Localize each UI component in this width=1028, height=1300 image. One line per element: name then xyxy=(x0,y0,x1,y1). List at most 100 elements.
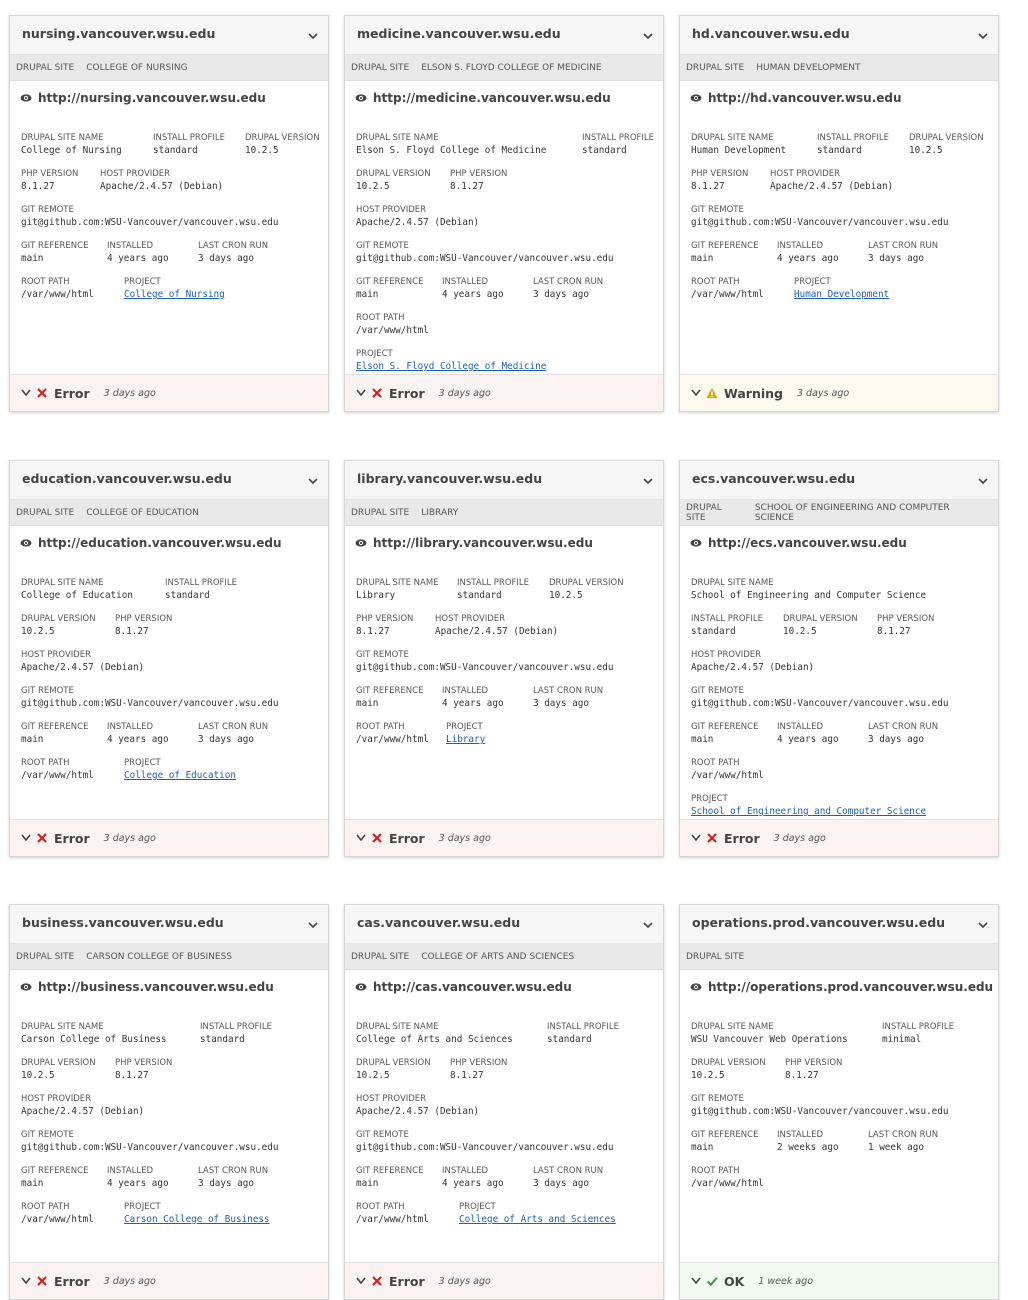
card-header[interactable]: hd.vancouver.wsu.edu xyxy=(680,16,998,55)
chevron-down-icon[interactable] xyxy=(976,474,990,488)
site-url-link[interactable]: http://nursing.vancouver.wsu.edu xyxy=(38,91,266,105)
project-link[interactable]: Human Development xyxy=(794,288,889,301)
card-header[interactable]: education.vancouver.wsu.edu xyxy=(10,461,328,500)
field-php-version: PHP VERSION 8.1.27 xyxy=(450,169,507,193)
site-card: cas.vancouver.wsu.edu DRUPAL SITE COLLEGE … xyxy=(344,904,664,1300)
card-header[interactable]: cas.vancouver.wsu.edu xyxy=(345,905,663,944)
field-label: GIT REFERENCE xyxy=(691,241,759,251)
site-url-link[interactable]: http://education.vancouver.wsu.edu xyxy=(38,536,282,550)
field-git-reference: GIT REFERENCE main xyxy=(691,722,758,746)
card-header[interactable]: library.vancouver.wsu.edu xyxy=(345,461,663,500)
site-url-link[interactable]: http://hd.vancouver.wsu.edu xyxy=(708,91,902,105)
field-value: School of Engineering and Computer Scien… xyxy=(691,590,927,601)
status-timestamp: 3 days ago xyxy=(773,832,826,844)
warning-triangle-icon xyxy=(706,388,718,398)
field-label: HOST PROVIDER xyxy=(770,169,841,179)
chevron-down-icon[interactable] xyxy=(976,29,990,43)
card-header[interactable]: business.vancouver.wsu.edu xyxy=(10,905,328,944)
field-last-cron-run: LAST CRON RUN 3 days ago xyxy=(868,241,938,265)
status-bar[interactable]: Error 3 days ago xyxy=(10,374,328,411)
field-label: HOST PROVIDER xyxy=(435,614,506,624)
field-project: PROJECT Human Development xyxy=(794,277,889,301)
chevron-down-icon[interactable] xyxy=(306,29,320,43)
chevron-down-icon[interactable] xyxy=(976,918,990,932)
field-value: standard xyxy=(457,590,502,601)
field-label: INSTALLED xyxy=(442,686,488,696)
field-value: Apache/2.4.57 (Debian) xyxy=(21,662,145,673)
site-url-row[interactable]: http://hd.vancouver.wsu.edu xyxy=(690,91,902,105)
chevron-down-icon[interactable] xyxy=(690,388,702,398)
chevron-down-icon[interactable] xyxy=(641,918,655,932)
field-value: Elson S. Floyd College of Medicine xyxy=(356,145,547,156)
field-label: DRUPAL SITE NAME xyxy=(691,578,774,588)
status-timestamp: 3 days ago xyxy=(103,1275,156,1287)
card-header[interactable]: operations.prod.vancouver.wsu.edu xyxy=(680,905,998,944)
site-url-link[interactable]: http://library.vancouver.wsu.edu xyxy=(373,536,593,550)
field-label: INSTALLED xyxy=(442,1166,488,1176)
field-git-remote: GIT REMOTE git@github.com:WSU-Vancouver/v… xyxy=(21,686,278,710)
status-label: Error xyxy=(724,830,760,846)
field-git-remote: GIT REMOTE git@github.com:WSU-Vancouver/v… xyxy=(691,686,948,710)
site-url-link[interactable]: http://business.vancouver.wsu.edu xyxy=(38,980,274,994)
site-url-row[interactable]: http://cas.vancouver.wsu.edu xyxy=(355,980,572,994)
chevron-down-icon[interactable] xyxy=(355,1276,367,1286)
site-url-row[interactable]: http://library.vancouver.wsu.edu xyxy=(355,536,593,550)
chevron-down-icon[interactable] xyxy=(20,388,32,398)
chevron-down-icon[interactable] xyxy=(306,474,320,488)
site-url-row[interactable]: http://operations.prod.vancouver.wsu.edu xyxy=(690,980,993,994)
field-label: INSTALL PROFILE xyxy=(582,133,655,143)
status-bar[interactable]: Error 3 days ago xyxy=(10,819,328,856)
site-url-link[interactable]: http://medicine.vancouver.wsu.edu xyxy=(373,91,611,105)
status-bar[interactable]: Error 3 days ago xyxy=(345,374,663,411)
site-url-row[interactable]: http://ecs.vancouver.wsu.edu xyxy=(690,536,907,550)
chevron-down-icon[interactable] xyxy=(355,388,367,398)
status-bar[interactable]: Error 3 days ago xyxy=(10,1262,328,1299)
chevron-down-icon[interactable] xyxy=(20,1276,32,1286)
site-url-row[interactable]: http://medicine.vancouver.wsu.edu xyxy=(355,91,611,105)
site-url-link[interactable]: http://cas.vancouver.wsu.edu xyxy=(373,980,572,994)
chevron-down-icon[interactable] xyxy=(306,918,320,932)
field-host-provider: HOST PROVIDER Apache/2.4.57 (Debian) xyxy=(770,169,893,193)
field-label: PHP VERSION xyxy=(450,1058,508,1068)
card-header[interactable]: medicine.vancouver.wsu.edu xyxy=(345,16,663,55)
project-link[interactable]: College of Nursing xyxy=(124,288,225,301)
project-link[interactable]: School of Engineering and Computer Scien… xyxy=(691,805,926,818)
project-link[interactable]: Library xyxy=(446,733,485,746)
card-header[interactable]: nursing.vancouver.wsu.edu xyxy=(10,16,328,55)
field-label: ROOT PATH xyxy=(21,758,70,768)
chevron-down-icon[interactable] xyxy=(20,833,32,843)
project-link[interactable]: Carson College of Business xyxy=(124,1213,270,1226)
eye-icon xyxy=(355,94,367,102)
card-header[interactable]: ecs.vancouver.wsu.edu xyxy=(680,461,998,500)
field-value: git@github.com:WSU-Vancouver/vancouver.w… xyxy=(691,1106,949,1117)
project-link[interactable]: College of Education xyxy=(124,769,236,782)
status-bar[interactable]: OK 1 week ago xyxy=(680,1262,998,1299)
field-label: HOST PROVIDER xyxy=(21,1094,92,1104)
site-url-row[interactable]: http://nursing.vancouver.wsu.edu xyxy=(20,91,266,105)
status-bar[interactable]: Warning 3 days ago xyxy=(680,374,998,411)
chevron-down-icon[interactable] xyxy=(641,29,655,43)
status-bar[interactable]: Error 3 days ago xyxy=(680,819,998,856)
site-url-link[interactable]: http://ecs.vancouver.wsu.edu xyxy=(708,536,907,550)
chevron-down-icon[interactable] xyxy=(690,1276,702,1286)
chevron-down-icon[interactable] xyxy=(690,833,702,843)
site-url-row[interactable]: http://business.vancouver.wsu.edu xyxy=(20,980,274,994)
status-label: Error xyxy=(389,1273,425,1289)
field-installed: INSTALLED 4 years ago xyxy=(777,241,839,265)
field-install-profile: INSTALL PROFILE standard xyxy=(457,578,529,602)
project-link[interactable]: College of Arts and Sciences xyxy=(459,1213,616,1226)
field-label: PHP VERSION xyxy=(785,1058,843,1068)
chevron-down-icon[interactable] xyxy=(355,833,367,843)
status-bar[interactable]: Error 3 days ago xyxy=(345,819,663,856)
site-url-link[interactable]: http://operations.prod.vancouver.wsu.edu xyxy=(708,980,993,994)
field-label: PHP VERSION xyxy=(115,614,173,624)
site-domain: hd.vancouver.wsu.edu xyxy=(692,26,850,41)
field-install-profile: INSTALL PROFILE standard xyxy=(200,1022,272,1046)
project-link[interactable]: Elson S. Floyd College of Medicine xyxy=(356,360,546,373)
field-label: ROOT PATH xyxy=(356,1202,405,1212)
status-bar[interactable]: Error 3 days ago xyxy=(345,1262,663,1299)
site-url-row[interactable]: http://education.vancouver.wsu.edu xyxy=(20,536,282,550)
field-drupal-version: DRUPAL VERSION 10.2.5 xyxy=(21,614,96,638)
field-php-version: PHP VERSION 8.1.27 xyxy=(21,169,78,193)
chevron-down-icon[interactable] xyxy=(641,474,655,488)
